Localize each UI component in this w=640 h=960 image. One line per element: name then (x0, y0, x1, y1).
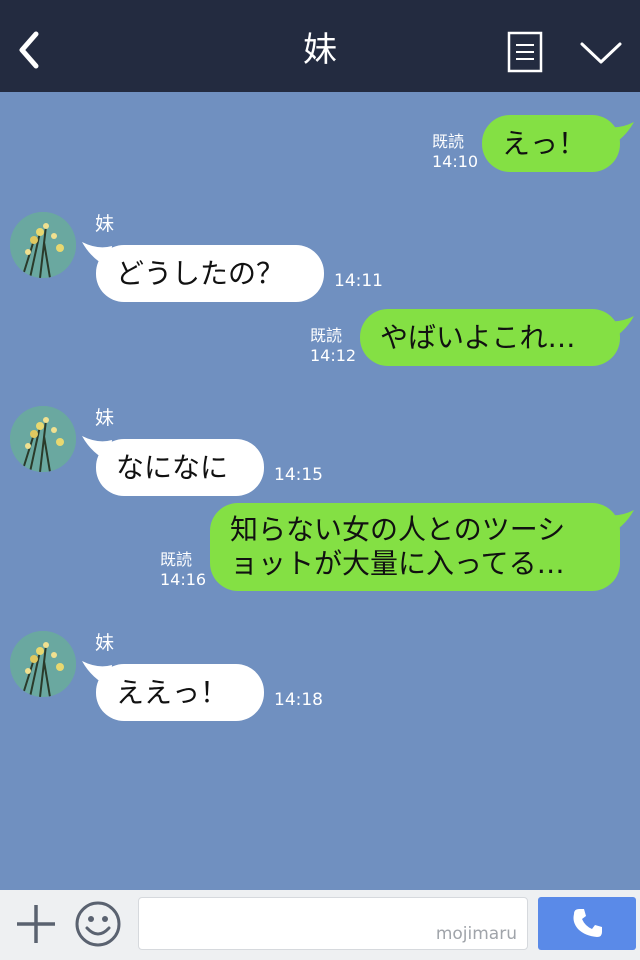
avatar[interactable] (10, 406, 76, 472)
message-time: 14:12 (310, 346, 357, 365)
chat-header: 妹 (0, 0, 640, 92)
sender-name: 妹 (95, 632, 115, 654)
message-bubble[interactable]: えっ！ (482, 115, 620, 172)
flower-image (10, 406, 76, 472)
message-text: えっ！ (502, 126, 587, 160)
read-label: 既読 (432, 132, 465, 151)
read-receipt: 既読 14:12 (310, 326, 356, 366)
message-text-line: 知らない女の人とのツーシ (230, 513, 566, 546)
read-receipt: 既読 14:10 (432, 132, 478, 172)
message-bubble[interactable]: どうしたの？ (96, 245, 324, 302)
flower-image (10, 631, 76, 697)
message-text: やばいよこれ… (380, 320, 576, 354)
back-icon[interactable] (14, 30, 44, 70)
phone-icon (573, 909, 602, 937)
chat-title: 妹 (303, 30, 337, 70)
message-time: 14:16 (160, 570, 207, 589)
watermark: mojimaru (435, 924, 517, 944)
smiley-icon[interactable] (74, 900, 122, 948)
message-bubble[interactable]: 知らない女の人とのツーシ ョットが大量に入ってる… (210, 503, 620, 591)
menu-icon[interactable] (507, 31, 543, 73)
chevron-down-icon[interactable] (578, 38, 624, 68)
sender-name: 妹 (95, 213, 115, 235)
message-time: 14:10 (432, 152, 479, 171)
message-time: 14:11 (334, 271, 383, 291)
message-text: ええっ！ (116, 675, 229, 709)
message-time: 14:18 (274, 690, 323, 710)
plus-icon[interactable] (14, 902, 58, 946)
sender-name: 妹 (95, 407, 115, 429)
message-text: どうしたの？ (116, 256, 285, 290)
read-label: 既読 (160, 550, 193, 569)
message-bubble[interactable]: やばいよこれ… (360, 309, 620, 366)
call-button[interactable] (538, 897, 636, 950)
message-bubble[interactable]: ええっ！ (96, 664, 264, 721)
read-receipt: 既読 14:16 (160, 550, 206, 590)
avatar[interactable] (10, 212, 76, 278)
message-text: なになに (116, 450, 229, 484)
message-input[interactable]: mojimaru (138, 897, 528, 950)
avatar[interactable] (10, 631, 76, 697)
chat-area[interactable]: 既読 14:10 えっ！ 妹 どうしたの？ 14:11 既読 14:12 やばい… (0, 92, 640, 890)
message-text-line: ョットが大量に入ってる… (230, 547, 565, 580)
message-bubble[interactable]: なになに (96, 439, 264, 496)
message-time: 14:15 (274, 465, 323, 485)
read-label: 既読 (310, 326, 343, 345)
flower-image (10, 212, 76, 278)
